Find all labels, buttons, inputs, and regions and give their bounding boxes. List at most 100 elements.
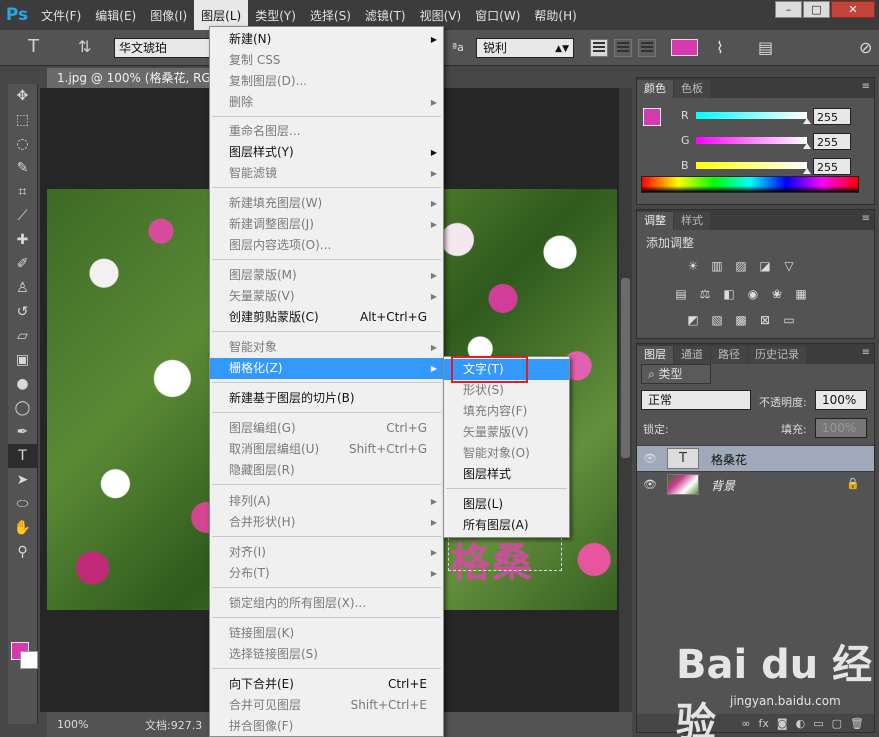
menu-item-rasterize[interactable]: 栅格化(Z) ▶ — [210, 358, 443, 379]
menu-item-vector-mask[interactable]: 矢量蒙版(V) ▶ — [210, 286, 443, 307]
menu-item-hide[interactable]: 隐藏图层(R) — [210, 460, 443, 481]
menu-item-flatten[interactable]: 拼合图像(F) — [210, 716, 443, 737]
submenu-item-fill-content[interactable]: 填充内容(F) — [444, 401, 569, 422]
menu-item-new-fill[interactable]: 新建填充图层(W) ▶ — [210, 193, 443, 214]
menu-item-new[interactable]: 新建(N) ▶ — [210, 29, 443, 50]
tab-adjustments[interactable]: 调整 — [637, 212, 673, 230]
menu-file[interactable]: 文件(F) — [34, 0, 88, 30]
submenu-item-shape[interactable]: 形状(S) — [444, 380, 569, 401]
type-tool-icon[interactable]: T — [28, 36, 39, 57]
panel-menu-icon[interactable]: ≡ — [862, 347, 870, 358]
menu-item-smart-filter[interactable]: 智能滤镜 ▶ — [210, 163, 443, 184]
menu-item-new-adjust[interactable]: 新建调整图层(J) ▶ — [210, 214, 443, 235]
tab-color[interactable]: 颜色 — [637, 80, 673, 98]
fill-input[interactable]: 100% — [815, 418, 867, 438]
levels-icon[interactable]: ▥ — [709, 259, 725, 273]
menu-item-layer-mask[interactable]: 图层蒙版(M) ▶ — [210, 265, 443, 286]
history-brush-icon[interactable]: ↺ — [8, 300, 37, 324]
character-panel-icon[interactable]: ▤ — [758, 38, 773, 57]
submenu-item-all-layers[interactable]: 所有图层(A) — [444, 515, 569, 536]
tab-history[interactable]: 历史记录 — [748, 346, 806, 364]
menu-item-align[interactable]: 对齐(I) ▶ — [210, 542, 443, 563]
slider-b-track[interactable] — [696, 162, 807, 169]
opacity-input[interactable]: 100% — [815, 390, 867, 410]
align-center-button[interactable] — [614, 39, 632, 57]
menu-item-merge-visible[interactable]: 合并可见图层 Shift+Ctrl+E — [210, 695, 443, 716]
submenu-item-layer-style[interactable]: 图层样式 — [444, 464, 569, 485]
blend-mode-select[interactable]: 正常 — [641, 390, 751, 410]
menu-item-distribute[interactable]: 分布(T) ▶ — [210, 563, 443, 584]
align-right-button[interactable] — [638, 39, 656, 57]
gradient-map-icon[interactable]: ▭ — [781, 313, 797, 327]
scroll-thumb[interactable] — [621, 278, 630, 458]
close-button[interactable]: ✕ — [831, 1, 875, 18]
healing-tool-icon[interactable]: ✚ — [8, 228, 37, 252]
menu-item-link[interactable]: 链接图层(K) — [210, 623, 443, 644]
menu-edit[interactable]: 编辑(E) — [88, 0, 143, 30]
antialias-select[interactable]: 锐利 ▲▼ — [476, 38, 574, 58]
slider-r-value[interactable]: 255 — [813, 108, 851, 125]
menu-item-new-slice[interactable]: 新建基于图层的切片(B) — [210, 388, 443, 409]
crop-tool-icon[interactable]: ⌗ — [8, 180, 37, 204]
marquee-tool-icon[interactable]: ⬚ — [8, 108, 37, 132]
ellipse-tool-icon[interactable]: ⬭ — [8, 492, 37, 516]
menu-help[interactable]: 帮助(H) — [527, 0, 583, 30]
posterize-icon[interactable]: ▧ — [709, 313, 725, 327]
submenu-item-layer[interactable]: 图层(L) — [444, 494, 569, 515]
channel-mixer-icon[interactable]: ❀ — [769, 287, 785, 301]
slider-b-knob[interactable] — [803, 168, 811, 174]
slider-g-value[interactable]: 255 — [813, 133, 851, 150]
menu-window[interactable]: 窗口(W) — [468, 0, 527, 30]
background-color-swatch[interactable] — [20, 651, 38, 669]
font-family-select[interactable]: 华文琥珀 — [114, 38, 210, 58]
menu-item-combine-shapes[interactable]: 合并形状(H) ▶ — [210, 512, 443, 533]
menu-item-arrange[interactable]: 排列(A) ▶ — [210, 491, 443, 512]
text-color-swatch[interactable] — [671, 39, 698, 56]
slider-b[interactable]: B 255 — [637, 157, 874, 177]
stamp-tool-icon[interactable]: ♙ — [8, 276, 37, 300]
type-tool-icon[interactable]: T — [8, 444, 37, 468]
gradient-tool-icon[interactable]: ▣ — [8, 348, 37, 372]
slider-b-value[interactable]: 255 — [813, 158, 851, 175]
hue-icon[interactable]: ▤ — [673, 287, 689, 301]
maximize-button[interactable]: □ — [803, 1, 830, 18]
slider-r-knob[interactable] — [803, 118, 811, 124]
path-select-tool-icon[interactable]: ➤ — [8, 468, 37, 492]
curves-icon[interactable]: ▨ — [733, 259, 749, 273]
vertical-scrollbar[interactable] — [619, 88, 632, 712]
tab-swatches[interactable]: 色板 — [674, 80, 710, 98]
threshold-icon[interactable]: ▩ — [733, 313, 749, 327]
zoom-level[interactable]: 100% — [57, 718, 97, 731]
document-tab[interactable]: 1.jpg @ 100% (格桑花, RGB/8) — [47, 68, 212, 88]
slider-r-track[interactable] — [696, 112, 807, 119]
color-lookup-icon[interactable]: ▦ — [793, 287, 809, 301]
panel-menu-icon[interactable]: ≡ — [862, 81, 870, 92]
menu-item-copy-css[interactable]: 复制 CSS — [210, 50, 443, 71]
dodge-tool-icon[interactable]: ◯ — [8, 396, 37, 420]
menu-item-lock-all[interactable]: 锁定组内的所有图层(X)... — [210, 593, 443, 614]
slider-g-knob[interactable] — [803, 143, 811, 149]
layer-row-background[interactable]: 👁 背景 🔒 — [637, 471, 874, 497]
menu-item-clipping-mask[interactable]: 创建剪贴蒙版(C) Alt+Ctrl+G — [210, 307, 443, 328]
cancel-icon[interactable]: ⊘ — [859, 38, 872, 57]
bw-icon[interactable]: ◧ — [721, 287, 737, 301]
hand-tool-icon[interactable]: ✋ — [8, 516, 37, 540]
menu-item-merge-down[interactable]: 向下合并(E) Ctrl+E — [210, 674, 443, 695]
slider-g[interactable]: G 255 — [637, 132, 874, 152]
submenu-item-smart-object[interactable]: 智能对象(O) — [444, 443, 569, 464]
menu-item-delete[interactable]: 删除 ▶ — [210, 92, 443, 113]
eye-icon[interactable]: 👁 — [643, 452, 657, 465]
eye-icon[interactable]: 👁 — [643, 478, 657, 491]
zoom-tool-icon[interactable]: ⚲ — [8, 540, 37, 564]
menu-item-rename[interactable]: 重命名图层... — [210, 121, 443, 142]
pen-tool-icon[interactable]: ✒ — [8, 420, 37, 444]
warp-text-icon[interactable]: ⌇ — [716, 38, 724, 57]
menu-item-select-linked[interactable]: 选择链接图层(S) — [210, 644, 443, 665]
menu-item-group[interactable]: 图层编组(G) Ctrl+G — [210, 418, 443, 439]
brightness-icon[interactable]: ☀ — [685, 259, 701, 273]
exposure-icon[interactable]: ◪ — [757, 259, 773, 273]
photo-filter-icon[interactable]: ◉ — [745, 287, 761, 301]
menu-item-ungroup[interactable]: 取消图层编组(U) Shift+Ctrl+G — [210, 439, 443, 460]
selective-color-icon[interactable]: ⊠ — [757, 313, 773, 327]
tab-layers[interactable]: 图层 — [637, 346, 673, 364]
